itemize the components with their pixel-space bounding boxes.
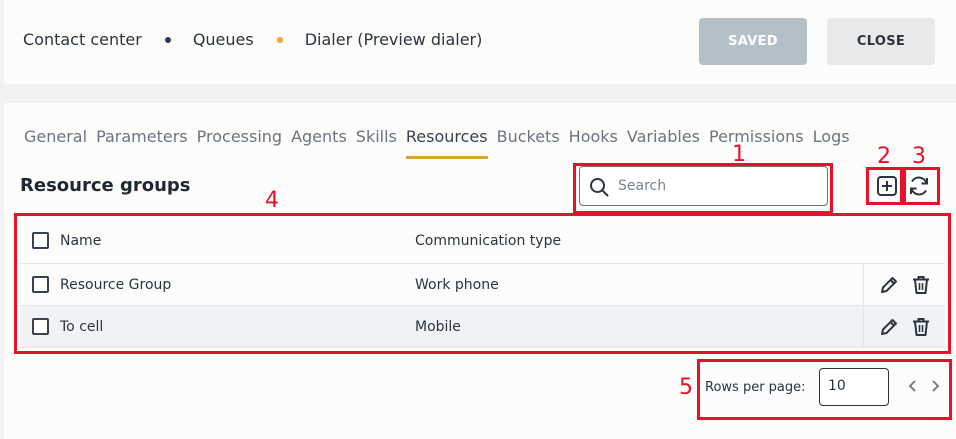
edit-pencil-icon[interactable]	[878, 274, 900, 296]
search-input[interactable]	[618, 175, 818, 197]
rows-per-page-input[interactable]: 10	[819, 368, 889, 406]
search-icon	[590, 178, 609, 197]
breadcrumb: Contact center Queues Dialer (Preview di…	[23, 30, 482, 49]
row-name: To cell	[60, 318, 104, 335]
tab-hooks[interactable]: Hooks	[569, 127, 618, 159]
main-panel: General Parameters Processing Agents Ski…	[4, 103, 956, 439]
tab-buckets[interactable]: Buckets	[497, 127, 560, 159]
chevron-left-icon[interactable]	[907, 379, 919, 393]
tab-processing[interactable]: Processing	[197, 127, 282, 159]
tab-parameters[interactable]: Parameters	[96, 127, 188, 159]
section-title: Resource groups	[20, 175, 191, 196]
row-checkbox[interactable]	[32, 276, 49, 293]
table-row[interactable]: To cell Mobile	[20, 306, 945, 348]
search-box	[579, 166, 828, 206]
edit-pencil-icon[interactable]	[878, 316, 900, 338]
close-button[interactable]: CLOSE	[827, 18, 935, 65]
row-communication-type: Work phone	[415, 276, 499, 293]
breadcrumb-queues[interactable]: Queues	[193, 30, 254, 49]
table-row[interactable]: Resource Group Work phone	[20, 264, 945, 306]
select-all-checkbox[interactable]	[32, 232, 49, 249]
row-actions	[863, 306, 945, 347]
tab-permissions[interactable]: Permissions	[709, 127, 804, 159]
add-square-icon[interactable]	[875, 174, 899, 198]
tab-logs[interactable]: Logs	[813, 127, 850, 159]
tab-general[interactable]: General	[24, 127, 87, 159]
pagination: Rows per page: 10	[703, 362, 949, 418]
annotation-number-4: 4	[265, 188, 279, 213]
table-header-row: Name Communication type	[20, 218, 945, 264]
breadcrumb-dialer: Dialer (Preview dialer)	[304, 30, 483, 49]
row-communication-type: Mobile	[415, 318, 461, 335]
column-header-communication-type[interactable]: Communication type	[415, 233, 561, 249]
breadcrumb-separator-dot	[276, 36, 283, 43]
tab-variables[interactable]: Variables	[627, 127, 700, 159]
tab-resources[interactable]: Resources	[405, 127, 488, 159]
column-header-name[interactable]: Name	[60, 233, 101, 249]
top-bar: Contact center Queues Dialer (Preview di…	[4, 0, 956, 84]
rows-per-page-label: Rows per page:	[705, 380, 806, 395]
row-actions	[863, 264, 945, 305]
resource-groups-table: Name Communication type Resource Group W…	[20, 218, 945, 348]
chevron-right-icon[interactable]	[929, 379, 941, 393]
breadcrumb-separator-dot	[164, 36, 171, 43]
row-checkbox[interactable]	[32, 318, 49, 335]
delete-trash-icon[interactable]	[910, 274, 932, 296]
refresh-icon[interactable]	[907, 174, 931, 198]
annotation-number-1: 1	[732, 142, 746, 167]
annotation-number-3: 3	[912, 144, 926, 169]
delete-trash-icon[interactable]	[910, 316, 932, 338]
saved-button[interactable]: SAVED	[699, 18, 807, 65]
tab-agents[interactable]: Agents	[291, 127, 347, 159]
breadcrumb-contact-center[interactable]: Contact center	[23, 30, 142, 49]
annotation-number-2: 2	[877, 144, 891, 169]
row-name: Resource Group	[60, 276, 172, 293]
tab-skills[interactable]: Skills	[356, 127, 397, 159]
annotation-number-5: 5	[679, 375, 693, 400]
